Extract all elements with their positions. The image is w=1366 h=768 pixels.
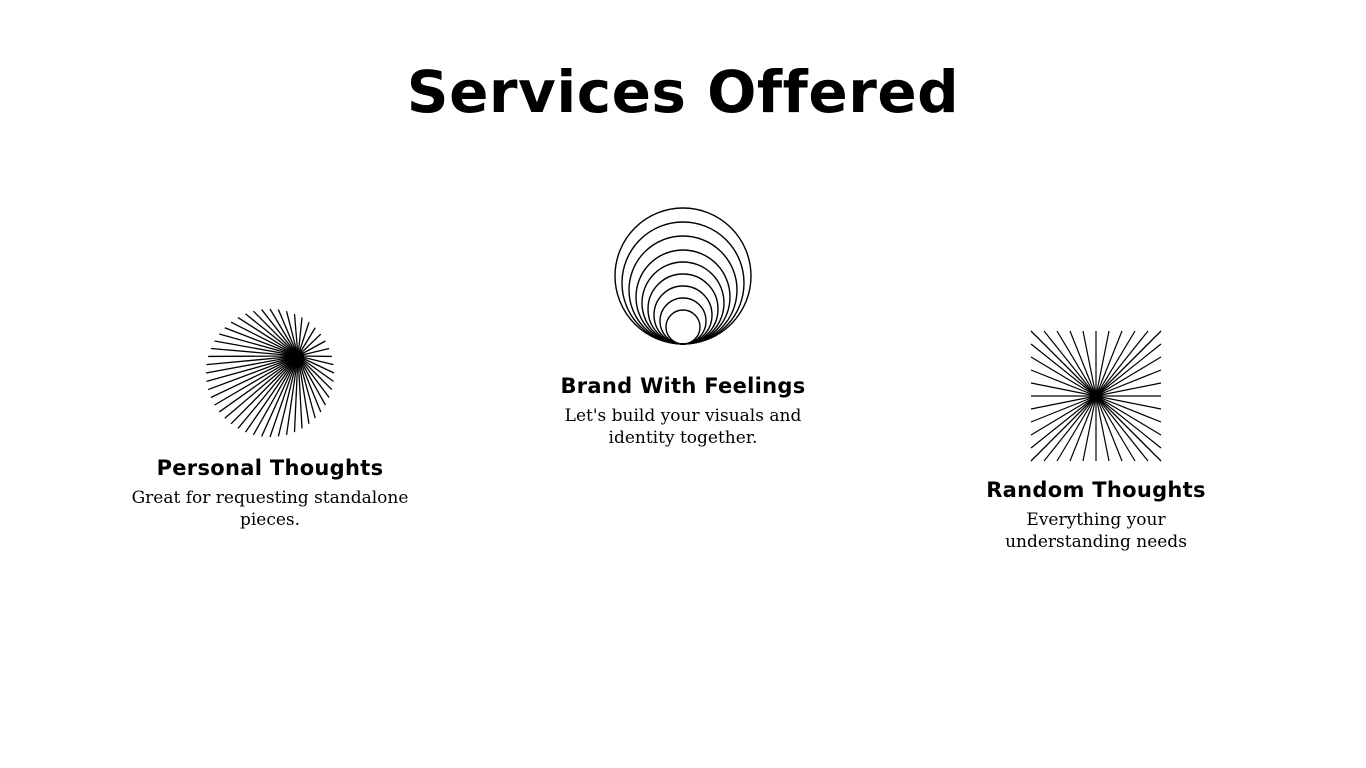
service-description: Everything your understanding needs	[1005, 510, 1187, 553]
service-card-brand-with-feelings: Brand With Feelings Let's build your vis…	[533, 206, 833, 449]
square-starburst-icon	[1030, 330, 1162, 462]
service-card-random-thoughts: Random Thoughts Everything your understa…	[946, 330, 1246, 553]
service-description: Let's build your visuals and identity to…	[564, 406, 802, 449]
service-card-personal-thoughts: Personal Thoughts Great for requesting s…	[120, 306, 420, 531]
service-title: Random Thoughts	[986, 478, 1206, 502]
radial-burst-icon	[205, 308, 335, 438]
service-title: Brand With Feelings	[560, 374, 806, 398]
service-description: Great for requesting standalone pieces.	[131, 488, 409, 531]
concentric-circles-icon	[614, 207, 752, 345]
page-title: Services Offered	[406, 58, 960, 126]
service-title: Personal Thoughts	[156, 456, 384, 480]
services-page: Services Offered Personal Thoughts Great…	[0, 0, 1366, 768]
